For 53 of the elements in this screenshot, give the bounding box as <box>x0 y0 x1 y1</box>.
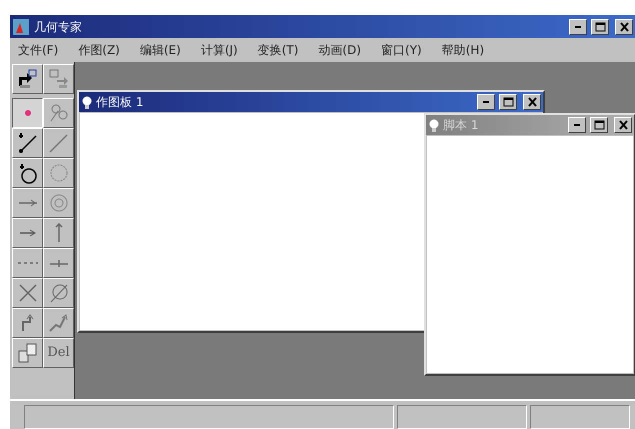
minimize-icon <box>573 123 581 127</box>
tick-line-icon <box>48 258 68 268</box>
line-icon <box>49 134 68 152</box>
light-bulb-icon <box>81 94 92 110</box>
circle-slash-icon <box>50 284 68 302</box>
close-icon <box>620 22 628 32</box>
menu-item[interactable]: 编辑(E) <box>140 41 181 59</box>
pages-icon <box>18 343 37 363</box>
window-title: 脚本 1 <box>443 117 478 134</box>
maximize-icon <box>594 120 604 130</box>
minimize-icon <box>482 100 490 104</box>
bent-arrow-icon <box>22 314 34 332</box>
point-icon <box>24 109 32 117</box>
copy-arrow-icon <box>48 69 68 89</box>
ray-icon <box>18 199 38 207</box>
minimize-icon <box>574 24 582 28</box>
close-icon <box>528 97 536 107</box>
segment-icon <box>18 132 37 154</box>
move-arrow-icon <box>18 69 37 89</box>
menu-item[interactable]: 文件(F) <box>18 41 58 59</box>
minimize-button[interactable] <box>569 18 587 34</box>
maximize-icon <box>594 22 606 32</box>
tool-button[interactable]: Del <box>43 338 74 368</box>
window-title: 几何专家 <box>34 18 82 36</box>
maximize-button[interactable] <box>591 18 609 34</box>
minimize-button[interactable] <box>477 94 495 110</box>
maximize-icon <box>502 97 514 107</box>
maximize-button[interactable] <box>499 94 517 110</box>
intersection-icon <box>18 284 36 302</box>
circle-icon <box>50 194 68 212</box>
vertical-line-icon <box>54 223 62 243</box>
menu-item[interactable]: 动画(D) <box>318 41 362 59</box>
close-button[interactable] <box>523 94 541 110</box>
bent-arrow-icon <box>49 314 68 332</box>
dashed-line-icon <box>16 262 38 264</box>
circle-icon <box>18 162 36 184</box>
close-icon <box>618 120 628 130</box>
maximize-button[interactable] <box>590 117 608 133</box>
compass-icon <box>50 104 68 122</box>
menu-item[interactable]: 窗口(Y) <box>381 41 422 59</box>
arrow-icon <box>19 229 36 237</box>
app-icon <box>12 18 30 36</box>
minimize-button[interactable] <box>568 117 586 133</box>
menu-item[interactable]: 变换(T) <box>258 41 298 59</box>
window-title: 作图板 1 <box>96 94 144 111</box>
tool-button[interactable] <box>12 98 43 128</box>
circle-icon <box>50 164 68 182</box>
light-bulb-icon <box>428 118 439 132</box>
close-button[interactable] <box>615 18 633 34</box>
menu-item[interactable]: 计算(J) <box>200 41 238 59</box>
menu-item[interactable]: 帮助(H) <box>442 41 484 59</box>
close-button[interactable] <box>614 117 632 133</box>
menu-item[interactable]: 作图(Z) <box>78 41 120 59</box>
